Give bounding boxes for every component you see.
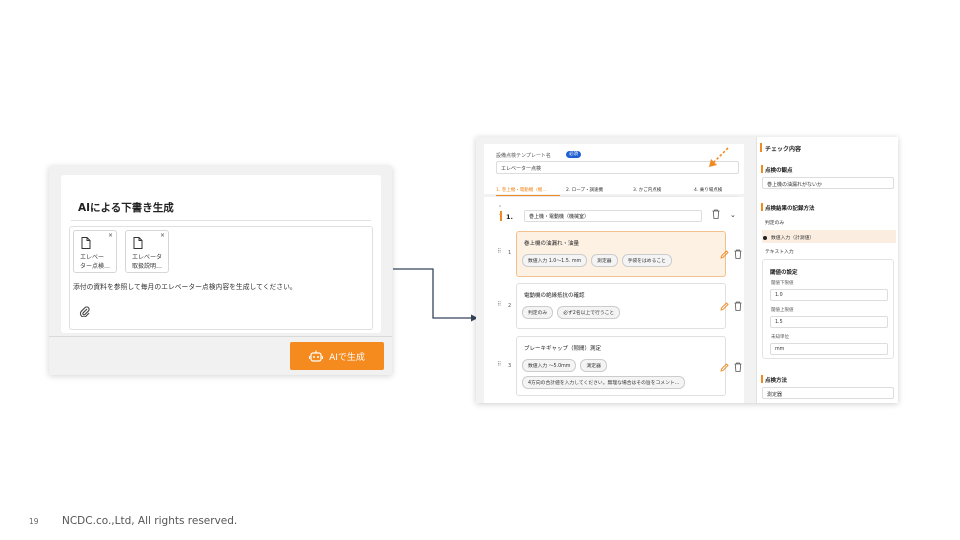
attachment-card[interactable]: × エレベータ 取扱説明… bbox=[125, 230, 169, 273]
lower-limit-label: 閾値下限値 bbox=[771, 281, 794, 286]
template-name-input[interactable]: エレベーター点検 bbox=[496, 161, 739, 174]
drag-handle-icon[interactable]: ⠿ bbox=[497, 248, 502, 255]
template-editor-screenshot: 設備点検テンプレート名 必須 エレベーター点検 1. 巻上機・電動機（機… 2.… bbox=[476, 137, 898, 403]
remove-attachment-button[interactable]: × bbox=[160, 232, 165, 239]
ai-draft-dialog: AIによる下書き生成 × エレベー ター点検… × エレベータ 取扱説明… 添付… bbox=[49, 166, 392, 375]
check-content-panel: チェック内容 点検の観点 巻上機の油漏れがないか 点検結果の記録方法 判定のみ … bbox=[756, 137, 898, 403]
unit-input[interactable]: mm bbox=[770, 343, 888, 355]
check-item-tags: 数値入力 〜5.0mm 測定器 4方向の合計値を入力してください。無理な場合はそ… bbox=[522, 359, 712, 389]
required-badge: 必須 bbox=[566, 151, 581, 158]
unit-label: 未知単位 bbox=[771, 335, 789, 340]
item-number: 2 bbox=[508, 303, 512, 309]
check-item[interactable]: ブレーキギャップ（隙間）測定 数値入力 〜5.0mm 測定器 4方向の合計値を入… bbox=[516, 336, 726, 396]
section-accent bbox=[500, 211, 502, 221]
drag-handle-icon[interactable]: ⠿ bbox=[497, 301, 502, 308]
inspection-method-heading: 点検方法 bbox=[765, 378, 788, 384]
copyright-text: NCDC.co.,Ltd, All rights reserved. bbox=[62, 515, 238, 527]
tab-section-1[interactable]: 1. 巻上機・電動機（機… bbox=[496, 187, 547, 193]
item-number: 1 bbox=[508, 250, 512, 256]
collapse-chevron-icon[interactable]: ⌄ bbox=[730, 211, 736, 219]
template-name-label: 設備点検テンプレート名 bbox=[496, 153, 551, 159]
tag: 数値入力 1.0〜1.5. mm bbox=[522, 254, 588, 267]
drag-handle-icon[interactable]: ⠿ bbox=[497, 361, 502, 368]
option-judgement-only[interactable]: 判定のみ bbox=[765, 219, 784, 226]
document-icon bbox=[81, 237, 91, 249]
remove-attachment-button[interactable]: × bbox=[108, 232, 113, 239]
tag: 測定器 bbox=[580, 359, 607, 372]
attachment-card[interactable]: × エレベー ター点検… bbox=[73, 230, 117, 273]
check-item[interactable]: 巻上機の油漏れ・油量 数値入力 1.0〜1.5. mm 測定器 手袋をはめること bbox=[516, 231, 726, 277]
check-item-title: 電動機の絶縁抵抗の確認 bbox=[524, 293, 585, 299]
document-icon bbox=[133, 237, 143, 249]
ai-dialog-body: AIによる下書き生成 × エレベー ター点検… × エレベータ 取扱説明… 添付… bbox=[61, 175, 381, 333]
prompt-text[interactable]: 添付の資料を参照して毎月のエレベーター点検内容を生成してください。 bbox=[73, 281, 297, 291]
tag: 必ず2名以上で行うこと bbox=[557, 306, 621, 319]
option-numeric-input[interactable]: 数値入力（計測値） bbox=[763, 234, 814, 241]
upper-limit-label: 閾値上限値 bbox=[771, 308, 794, 313]
page-number: 19 bbox=[29, 517, 39, 526]
check-item-tags: 数値入力 1.0〜1.5. mm 測定器 手袋をはめること bbox=[522, 254, 712, 267]
record-method-heading: 点検結果の記録方法 bbox=[765, 206, 815, 212]
section-name-input[interactable]: 巻上機・電動機（機械室） bbox=[524, 210, 702, 222]
check-item-list: ⌃⌄ 1. 巻上機・電動機（機械室） ⌄ ⠿ 1 巻上機の油漏れ・油量 数値入力… bbox=[484, 197, 744, 403]
delete-icon[interactable] bbox=[734, 362, 742, 372]
tab-section-2[interactable]: 2. ロープ・調速機 bbox=[566, 187, 603, 193]
tag: 4方向の合計値を入力してください。無理な場合はその旨をコメント… bbox=[522, 376, 686, 389]
template-header: 設備点検テンプレート名 必須 エレベーター点検 1. 巻上機・電動機（機… 2.… bbox=[484, 144, 744, 197]
check-item-tags: 判定のみ 必ず2名以上で行うこと bbox=[522, 306, 712, 319]
attachment-name: エレベー ター点検… bbox=[80, 254, 111, 270]
section-number: 1. bbox=[506, 213, 513, 221]
heading-accent bbox=[761, 165, 763, 173]
threshold-heading: 閾値の設定 bbox=[770, 270, 798, 276]
option-label: 数値入力（計測値） bbox=[771, 236, 815, 241]
tab-section-4[interactable]: 4. 乗り場点検 bbox=[694, 187, 722, 193]
divider bbox=[49, 336, 392, 337]
edit-pencil-icon[interactable] bbox=[720, 302, 729, 311]
threshold-settings: 閾値の設定 閾値下限値 1.0 閾値上限値 1.5 未知単位 mm bbox=[762, 259, 894, 359]
flow-arrow-icon bbox=[393, 268, 478, 322]
panel-accent bbox=[760, 143, 762, 152]
heading-accent bbox=[761, 203, 763, 211]
lower-limit-input[interactable]: 1.0 bbox=[770, 289, 888, 301]
callout-arrow-icon bbox=[709, 147, 729, 167]
panel-title: チェック内容 bbox=[765, 146, 802, 153]
active-tab-indicator bbox=[496, 195, 560, 196]
robot-icon bbox=[309, 350, 324, 362]
prompt-box[interactable]: × エレベー ター点検… × エレベータ 取扱説明… 添付の資料を参照して毎月の… bbox=[69, 226, 373, 330]
delete-icon[interactable] bbox=[734, 301, 742, 311]
viewpoint-heading: 点検の観点 bbox=[765, 168, 793, 174]
attachment-name: エレベータ 取扱説明… bbox=[132, 254, 163, 270]
ai-generate-button[interactable]: AIで生成 bbox=[290, 342, 384, 370]
edit-pencil-icon[interactable] bbox=[720, 250, 729, 259]
delete-section-icon[interactable] bbox=[712, 209, 720, 219]
check-item-title: 巻上機の油漏れ・油量 bbox=[524, 241, 580, 247]
radio-selected-icon bbox=[763, 235, 767, 240]
ai-generate-label: AIで生成 bbox=[329, 352, 365, 363]
delete-icon[interactable] bbox=[734, 249, 742, 259]
divider bbox=[71, 220, 371, 221]
tab-section-3[interactable]: 3. かご内点検 bbox=[633, 187, 661, 193]
paperclip-icon[interactable] bbox=[79, 305, 90, 317]
option-text-input[interactable]: テキスト入力 bbox=[765, 248, 794, 255]
check-item[interactable]: 電動機の絶縁抵抗の確認 判定のみ 必ず2名以上で行うこと bbox=[516, 283, 726, 329]
edit-pencil-icon[interactable] bbox=[720, 363, 729, 372]
inspection-method-input[interactable]: 測定器 bbox=[762, 387, 894, 399]
heading-accent bbox=[761, 375, 763, 383]
viewpoint-input[interactable]: 巻上機の油漏れがないか bbox=[762, 177, 894, 189]
tag: 数値入力 〜5.0mm bbox=[522, 359, 577, 372]
check-item-title: ブレーキギャップ（隙間）測定 bbox=[524, 346, 602, 352]
ai-dialog-title: AIによる下書き生成 bbox=[78, 202, 174, 214]
tag: 測定器 bbox=[591, 254, 618, 267]
tag: 判定のみ bbox=[522, 306, 554, 319]
item-number: 3 bbox=[508, 363, 512, 369]
upper-limit-input[interactable]: 1.5 bbox=[770, 316, 888, 328]
tag: 手袋をはめること bbox=[621, 254, 672, 267]
